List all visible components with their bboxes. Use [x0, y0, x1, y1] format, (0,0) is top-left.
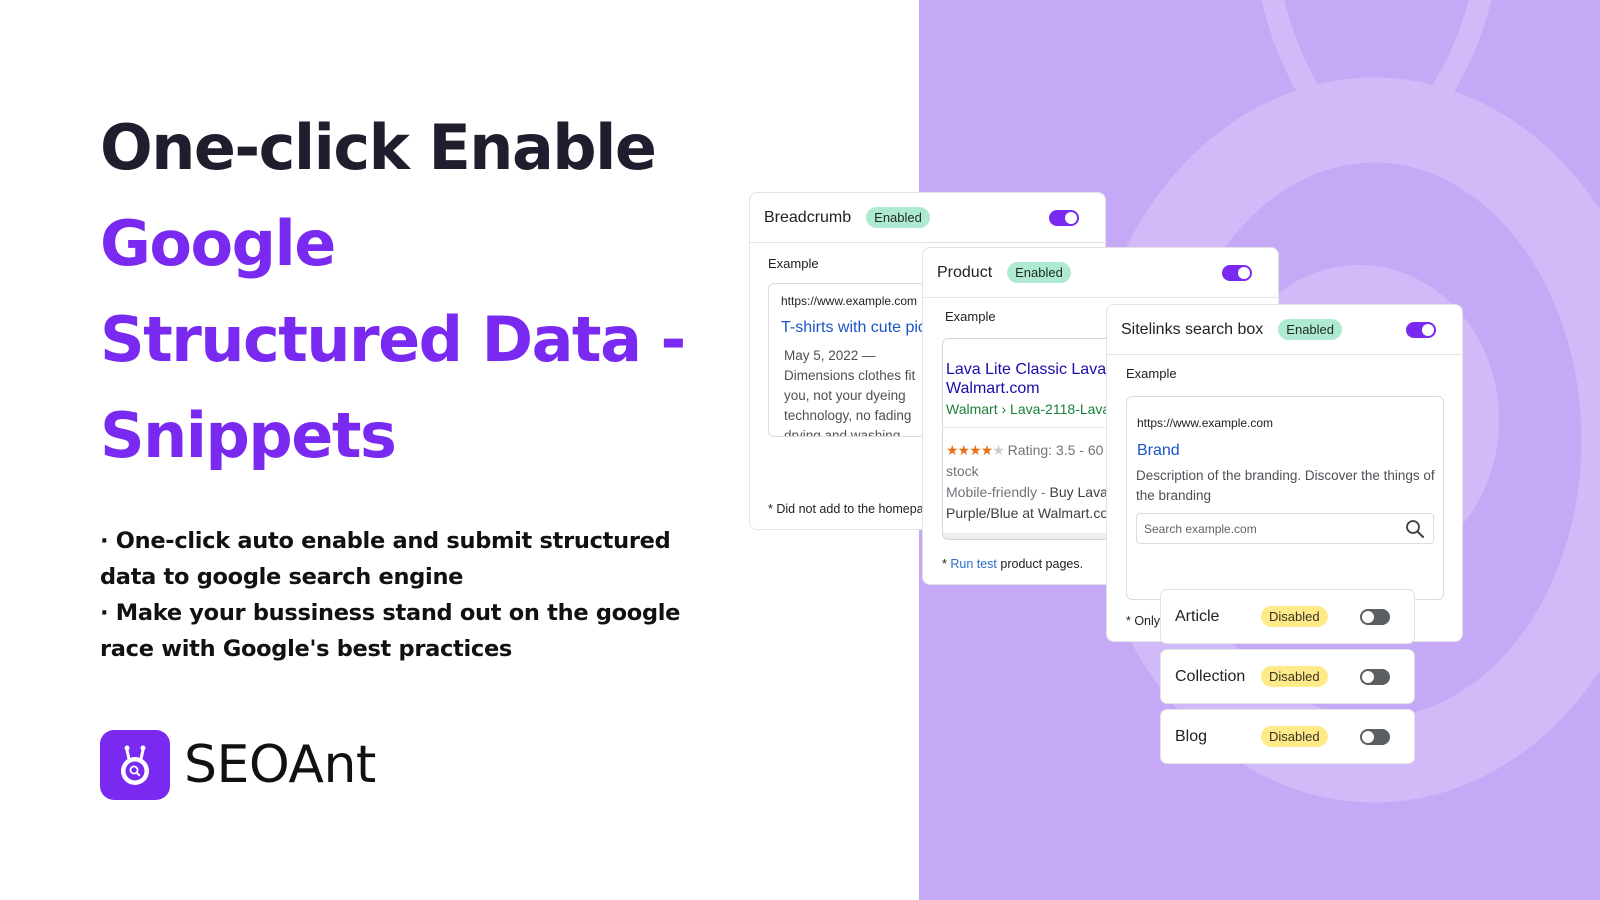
- feature-item: · Make your bussiness stand out on the g…: [100, 600, 681, 662]
- result-url: https://www.example.com: [1137, 416, 1274, 430]
- footnote-suffix: product pages.: [996, 557, 1084, 571]
- blog-toggle[interactable]: [1360, 728, 1390, 745]
- rating-row: ★★★★★ Rating: 3.5 - 60: [946, 442, 1103, 459]
- result-url: https://www.example.com: [781, 294, 918, 308]
- toggle-knob: [1422, 323, 1434, 336]
- brand-lockup: SEOAnt: [100, 730, 376, 800]
- toggle-knob: [1361, 609, 1375, 624]
- card-header: Breadcrumb Enabled: [750, 193, 1105, 243]
- card-title: Breadcrumb: [764, 208, 852, 226]
- result-title[interactable]: Brand: [1137, 442, 1180, 460]
- status-badge: Disabled: [1261, 726, 1328, 747]
- feature-list: · One-click auto enable and submit struc…: [100, 523, 690, 667]
- result-description: Description of the branding. Discover th…: [1136, 468, 1435, 503]
- headline-line-3: Structured Data -: [100, 303, 686, 376]
- result-breadcrumb: Walmart › Lava-2118-Lava: [946, 401, 1111, 417]
- card-title: Article: [1175, 607, 1220, 625]
- footnote: * Run test product pages.: [942, 557, 1083, 571]
- brand-name: SEOAnt: [184, 735, 376, 795]
- collection-toggle[interactable]: [1360, 668, 1390, 685]
- toggle-knob: [1361, 729, 1375, 744]
- status-badge: Enabled: [866, 207, 930, 228]
- footnote: * Only: [1126, 614, 1161, 628]
- example-label: Example: [945, 309, 996, 324]
- search-icon[interactable]: [1405, 519, 1425, 539]
- result-description: May 5, 2022 — Dimensions clothes fit you…: [784, 348, 916, 437]
- star-rating-icon: ★★★★★: [946, 442, 1005, 458]
- card-header: Product Enabled: [923, 248, 1278, 298]
- headline-line-1: One-click Enable: [100, 111, 657, 184]
- card-title: Collection: [1175, 667, 1246, 685]
- site-search-input[interactable]: Search example.com: [1136, 513, 1434, 544]
- card-title: Blog: [1175, 727, 1208, 745]
- toggle-knob: [1238, 266, 1250, 279]
- blog-card: Blog Disabled: [1160, 709, 1415, 764]
- search-result-preview: https://www.example.com Brand Descriptio…: [1126, 396, 1444, 600]
- page-headline: One-click Enable Google Structured Data …: [100, 100, 700, 484]
- toggle-knob: [1065, 211, 1077, 224]
- headline-line-2: Google: [100, 207, 336, 280]
- ant-search-icon: [100, 730, 170, 800]
- stock-text: stock: [946, 463, 979, 479]
- footnote: * Did not add to the homepage.: [768, 502, 942, 516]
- collection-card: Collection Disabled: [1160, 649, 1415, 704]
- card-title: Sitelinks search box: [1121, 320, 1264, 338]
- sitelinks-toggle[interactable]: [1406, 321, 1436, 338]
- rating-text: Rating: 3.5 - 60: [1007, 442, 1104, 458]
- result-line: Purple/Blue at Walmart.com: [946, 505, 1120, 521]
- toggle-knob: [1361, 669, 1375, 684]
- run-test-link[interactable]: Run test: [950, 557, 997, 571]
- mobile-row: Mobile-friendly - Buy Lava: [946, 484, 1108, 500]
- status-badge: Enabled: [1007, 262, 1071, 283]
- status-badge: Disabled: [1261, 606, 1328, 627]
- article-card: Article Disabled: [1160, 589, 1415, 644]
- product-toggle[interactable]: [1222, 264, 1252, 281]
- mobile-text: Buy Lava: [1049, 484, 1108, 500]
- search-placeholder: Search example.com: [1144, 521, 1257, 536]
- example-label: Example: [768, 256, 819, 271]
- example-label: Example: [1126, 366, 1177, 381]
- card-header: Sitelinks search box Enabled: [1107, 305, 1462, 355]
- mobile-label: Mobile-friendly -: [946, 484, 1046, 500]
- card-title: Product: [937, 263, 993, 281]
- feature-item: · One-click auto enable and submit struc…: [100, 528, 671, 590]
- breadcrumb-toggle[interactable]: [1049, 209, 1079, 226]
- status-badge: Enabled: [1278, 319, 1343, 340]
- status-badge: Disabled: [1261, 666, 1328, 687]
- headline-line-4: Snippets: [100, 399, 397, 472]
- result-site: Walmart.com: [946, 380, 1040, 397]
- article-toggle[interactable]: [1360, 608, 1390, 625]
